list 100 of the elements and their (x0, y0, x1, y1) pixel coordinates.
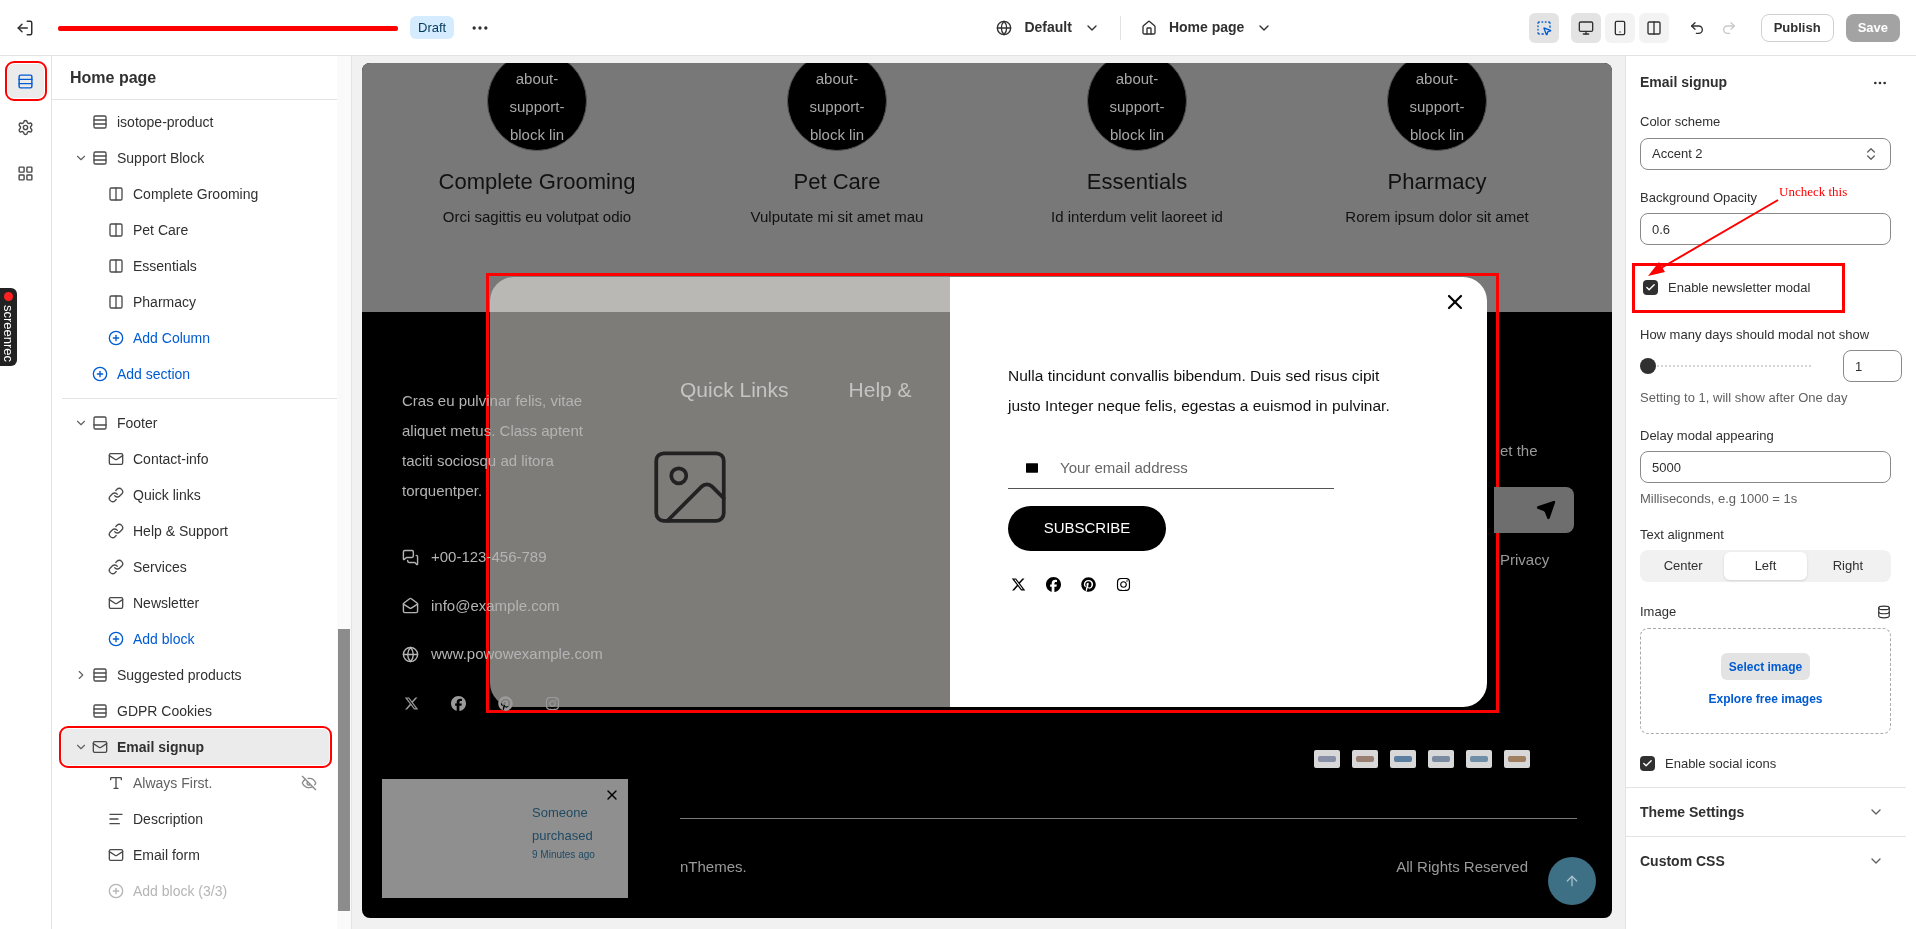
page-dropdown[interactable]: Home page (1140, 17, 1273, 38)
item-label: Quick links (133, 485, 201, 505)
globe-icon (996, 19, 1013, 36)
add-link[interactable]: Add section (62, 356, 329, 392)
settings-section[interactable]: Custom CSS (1626, 836, 1906, 885)
help-text: Milliseconds, e.g 1000 = 1s (1640, 490, 1799, 508)
x-icon[interactable] (404, 695, 419, 711)
section-item[interactable]: isotope-product (62, 104, 329, 140)
check-icon (1642, 757, 1653, 769)
add-link[interactable]: Add block (62, 621, 329, 657)
settings-section[interactable]: Theme Settings (1626, 787, 1906, 836)
eye-off-icon[interactable] (301, 775, 317, 791)
block-item[interactable]: Help & Support (62, 513, 329, 549)
feature-title: Essentials (1086, 168, 1188, 196)
checkbox[interactable] (1643, 280, 1658, 296)
database-icon[interactable] (1877, 604, 1891, 619)
column-icon (108, 258, 124, 274)
checkbox-label: Enable newsletter modal (1668, 279, 1811, 297)
sections-tab[interactable] (7, 64, 44, 98)
feature-image: about-support-block lin (1387, 63, 1487, 151)
block-item[interactable]: Description (62, 801, 329, 837)
days-input[interactable]: 1 (1843, 350, 1902, 382)
item-label: Newsletter (133, 593, 200, 613)
sections-icon (17, 72, 34, 90)
item-label: Add block (3/3) (133, 881, 228, 901)
item-label: Services (133, 557, 187, 577)
section-item[interactable]: Footer (62, 405, 329, 441)
color-scheme-select[interactable]: Accent 2 (1640, 137, 1891, 170)
column-icon (108, 294, 124, 310)
block-item[interactable]: Pharmacy (62, 284, 329, 320)
scroll-top-button[interactable] (1548, 857, 1596, 905)
section-item[interactable]: Support Block (62, 140, 329, 176)
toast-time: 9 Minutes ago (532, 848, 596, 862)
item-label: Contact-info (133, 449, 209, 469)
feature-image: about-support-block lin (1087, 63, 1187, 151)
annotation-note: Uncheck this (1779, 183, 1848, 201)
block-item[interactable]: Services (62, 549, 329, 585)
scrollbar[interactable] (337, 56, 351, 929)
privacy-link[interactable]: Privacy (1500, 548, 1550, 571)
section-icon (92, 114, 108, 130)
link-icon (108, 523, 124, 539)
panel-title: Home page (70, 67, 157, 88)
columns-button[interactable] (1638, 12, 1669, 43)
facebook-icon[interactable] (1046, 577, 1061, 592)
field-label: Background Opacity (1640, 188, 1758, 207)
item-label: Add section (117, 364, 191, 384)
publish-button[interactable]: Publish (1760, 13, 1834, 42)
facebook-icon[interactable] (451, 695, 466, 711)
payment-icon (1466, 750, 1492, 768)
section-item[interactable]: GDPR Cookies (62, 693, 329, 729)
section-item[interactable]: Email signup (62, 729, 329, 765)
undo-icon[interactable] (1688, 19, 1705, 36)
block-item[interactable]: Pet Care (62, 212, 329, 248)
add-link[interactable]: Add Column (62, 320, 329, 356)
section-item[interactable]: Suggested products (62, 657, 329, 693)
x-icon[interactable] (1011, 577, 1026, 592)
alignment-option[interactable]: Right (1806, 552, 1889, 580)
toast-text: Someone purchased (532, 804, 594, 845)
instagram-icon[interactable] (545, 695, 560, 711)
payment-icon (1504, 750, 1530, 768)
instagram-icon[interactable] (1116, 577, 1131, 592)
alignment-option[interactable]: Center (1642, 552, 1725, 580)
block-item[interactable]: Always First. (62, 765, 329, 801)
delay-input[interactable]: 5000 (1640, 451, 1891, 483)
explore-images-link[interactable]: Explore free images (1708, 690, 1823, 708)
column-icon (108, 186, 124, 202)
plus-icon (108, 330, 124, 346)
block-item[interactable]: Quick links (62, 477, 329, 513)
section-icon (92, 667, 108, 683)
subscribe-button[interactable]: SUBSCRIBE (1008, 506, 1166, 551)
feature-text: Id interdum velit laoreet id (1051, 207, 1223, 227)
mobile-button[interactable] (1604, 12, 1635, 43)
globe-icon (402, 645, 419, 663)
block-item[interactable]: Email form (62, 837, 329, 873)
block-item[interactable]: Newsletter (62, 585, 329, 621)
item-label: Pharmacy (133, 292, 197, 312)
field-label: Color scheme (1640, 113, 1721, 131)
exit-icon[interactable] (16, 18, 34, 37)
email-input[interactable]: Your email address (1008, 447, 1334, 489)
pinterest-icon[interactable] (498, 695, 513, 711)
block-item[interactable]: Essentials (62, 248, 329, 284)
inspect-button[interactable] (1528, 12, 1559, 43)
block-item[interactable]: Contact-info (62, 441, 329, 477)
pinterest-icon[interactable] (1081, 577, 1096, 592)
days-slider[interactable] (1640, 358, 1811, 374)
desktop-button[interactable] (1570, 12, 1601, 43)
field-label: How many days should modal not show (1640, 325, 1870, 344)
theme-dropdown[interactable]: Default (996, 17, 1100, 38)
send-button[interactable] (1494, 486, 1574, 533)
alignment-option[interactable]: Left (1724, 552, 1807, 580)
block-item[interactable]: Complete Grooming (62, 176, 329, 212)
item-label: Pet Care (133, 220, 189, 240)
feature-image: about-support-block lin (487, 63, 587, 151)
select-image-button[interactable]: Select image (1720, 653, 1811, 680)
modal-description: Nulla tincidunt convallis bibendum. Duis sed risus cipit justo Integer neque felis, egestas a euismod in pulvinar. (1008, 366, 1391, 416)
feature-title: Pharmacy (1387, 168, 1487, 196)
slider-thumb[interactable] (1640, 358, 1656, 374)
opacity-input[interactable]: 0.6 (1640, 213, 1891, 245)
checkbox[interactable] (1640, 755, 1655, 771)
item-label: Always First. (133, 773, 213, 793)
